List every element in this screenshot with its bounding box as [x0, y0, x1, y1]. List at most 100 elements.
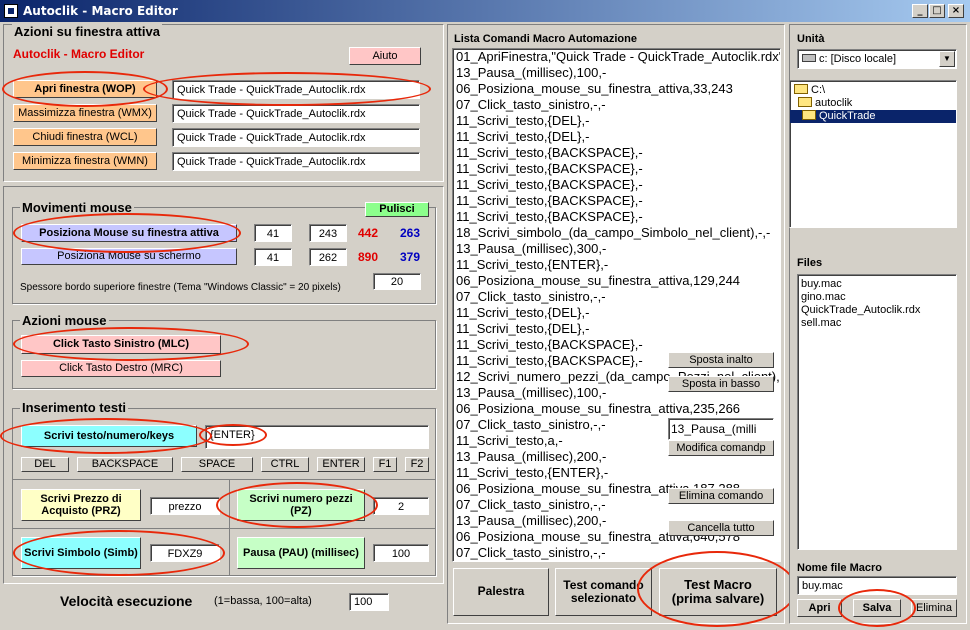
macro-item[interactable]: 11_Scrivi_testo,{BACKSPACE},- — [453, 337, 780, 353]
macro-item[interactable]: 11_Scrivi_testo,{DEL},- — [453, 113, 780, 129]
files-list[interactable]: buy.mac gino.mac QuickTrade_Autoclik.rdx… — [797, 274, 957, 550]
drive-select[interactable]: c: [Disco locale] — [797, 49, 957, 69]
minimizza-finestra-field[interactable]: Quick Trade - QuickTrade_Autoclik.rdx — [172, 152, 420, 171]
minimize-button[interactable]: _ — [912, 4, 928, 18]
sposta-basso-button[interactable]: Sposta in basso — [668, 376, 774, 392]
macro-item[interactable]: 11_Scrivi_testo,{DEL},- — [453, 321, 780, 337]
maximize-button[interactable]: □ — [929, 4, 945, 18]
palestra-button[interactable]: Palestra — [453, 568, 549, 616]
folder-open-icon — [802, 110, 816, 120]
pos-window-y-readout: 263 — [400, 226, 421, 240]
modifica-comando-button[interactable]: Modifica comandp — [668, 440, 774, 456]
annotation-ellipse — [637, 551, 797, 627]
macro-item[interactable]: 07_Click_tasto_sinistro,-,- — [453, 97, 780, 113]
unita-label: Unità — [797, 33, 825, 45]
macro-item[interactable]: 13_Pausa_(millisec),300,- — [453, 241, 780, 257]
macro-item[interactable]: 11_Scrivi_testo,{ENTER},- — [453, 465, 780, 481]
macro-item[interactable]: 11_Scrivi_testo,{BACKSPACE},- — [453, 161, 780, 177]
annotation-ellipse — [0, 418, 212, 454]
border-thickness-field[interactable]: 20 — [373, 273, 421, 290]
macro-list[interactable]: 01_ApriFinestra,"Quick Trade - QuickTrad… — [452, 48, 781, 562]
file-item[interactable]: gino.mac — [798, 291, 956, 304]
folder-icon — [798, 97, 812, 107]
folder-icon — [794, 84, 808, 94]
file-item[interactable]: buy.mac — [798, 278, 956, 291]
speed-hint: (1=bassa, 100=alta) — [214, 595, 312, 607]
macro-item[interactable]: 11_Scrivi_testo,{BACKSPACE},- — [453, 177, 780, 193]
pezzi-field[interactable]: 2 — [373, 497, 429, 515]
macro-item[interactable]: 11_Scrivi_testo,{DEL},- — [453, 129, 780, 145]
folder-item[interactable]: C:\ — [790, 84, 956, 97]
cancella-tutto-button[interactable]: Cancella tutto — [668, 520, 774, 536]
nome-file-label: Nome file Macro — [797, 562, 882, 574]
annotation-ellipse — [199, 424, 267, 446]
macro-item[interactable]: 06_Posiziona_mouse_su_finestra_attiva,12… — [453, 273, 780, 289]
key-backspace-button[interactable]: BACKSPACE — [77, 457, 173, 472]
folder-item[interactable]: autoclik — [790, 97, 956, 110]
macro-item[interactable]: 06_Posiziona_mouse_su_finestra_attiva,33… — [453, 81, 780, 97]
pos-screen-x-field[interactable]: 41 — [254, 248, 292, 266]
speed-label: Velocità esecuzione — [60, 593, 193, 609]
drive-icon — [802, 54, 816, 62]
elimina-file-button[interactable]: Elimina — [911, 599, 957, 617]
macro-item[interactable]: 11_Scrivi_testo,{BACKSPACE},- — [453, 209, 780, 225]
pulisci-button[interactable]: Pulisci — [365, 202, 429, 217]
apri-button[interactable]: Apri — [797, 599, 842, 617]
macro-item[interactable]: 11_Scrivi_testo,{BACKSPACE},- — [453, 145, 780, 161]
macro-item[interactable]: 07_Click_tasto_sinistro,-,- — [453, 289, 780, 305]
macro-item[interactable]: 11_Scrivi_testo,{DEL},- — [453, 305, 780, 321]
close-button[interactable]: × — [948, 4, 964, 18]
annotation-ellipse — [13, 213, 241, 253]
mouse-actions-title: Azioni mouse — [20, 313, 109, 328]
edit-command-field[interactable]: 13_Pausa_(milli — [668, 418, 774, 440]
pausa-button[interactable]: Pausa (PAU) (millisec) — [237, 537, 365, 569]
macro-item[interactable]: 18_Scrivi_simbolo_(da_campo_Simbolo_nel_… — [453, 225, 780, 241]
macro-item[interactable]: 06_Posiziona_mouse_su_finestra_attiva,23… — [453, 401, 780, 417]
annotation-ellipse — [838, 589, 916, 627]
macro-list-title: Lista Comandi Macro Automazione — [454, 33, 637, 45]
annotation-ellipse — [216, 482, 378, 528]
minimizza-finestra-button[interactable]: Minimizza finestra (WMN) — [13, 152, 157, 170]
window-actions-title: Azioni su finestra attiva — [12, 24, 162, 39]
folder-list[interactable]: C:\ autoclik QuickTrade — [789, 80, 957, 228]
window-title: Autoclik - Macro Editor — [23, 4, 178, 18]
pos-screen-y-readout: 379 — [400, 250, 421, 264]
elimina-comando-button[interactable]: Elimina comando — [668, 488, 774, 504]
key-enter-button[interactable]: ENTER — [317, 457, 365, 472]
annotation-ellipse — [143, 72, 431, 106]
title-bar: Autoclik - Macro Editor — [0, 0, 970, 22]
file-item[interactable]: QuickTrade_Autoclik.rdx — [798, 304, 956, 317]
macro-item[interactable]: 11_Scrivi_testo,{BACKSPACE},- — [453, 193, 780, 209]
scrivi-prezzo-button[interactable]: Scrivi Prezzo di Acquisto (PRZ) — [21, 489, 141, 521]
massimizza-finestra-field[interactable]: Quick Trade - QuickTrade_Autoclik.rdx — [172, 104, 420, 123]
prezzo-field[interactable]: prezzo — [150, 497, 220, 515]
app-label: Autoclik - Macro Editor — [13, 47, 145, 61]
pos-window-y-field[interactable]: 243 — [309, 224, 347, 242]
chiudi-finestra-field[interactable]: Quick Trade - QuickTrade_Autoclik.rdx — [172, 128, 420, 147]
key-space-button[interactable]: SPACE — [181, 457, 253, 472]
key-f1-button[interactable]: F1 — [373, 457, 397, 472]
aiuto-button[interactable]: Aiuto — [349, 47, 421, 65]
chiudi-finestra-button[interactable]: Chiudi finestra (WCL) — [13, 128, 157, 146]
divider — [12, 528, 436, 529]
folder-item-selected[interactable]: QuickTrade — [790, 110, 956, 123]
key-del-button[interactable]: DEL — [21, 457, 69, 472]
files-label: Files — [797, 257, 823, 269]
key-ctrl-button[interactable]: CTRL — [261, 457, 309, 472]
border-thickness-label: Spessore bordo superiore finestre (Tema … — [20, 282, 341, 293]
key-f2-button[interactable]: F2 — [405, 457, 429, 472]
app-icon — [4, 4, 18, 18]
macro-item[interactable]: 11_Scrivi_testo,{ENTER},- — [453, 257, 780, 273]
pos-window-x-field[interactable]: 41 — [254, 224, 292, 242]
chevron-down-icon[interactable]: ▼ — [939, 51, 955, 67]
click-destro-button[interactable]: Click Tasto Destro (MRC) — [21, 360, 221, 377]
pausa-field[interactable]: 100 — [373, 544, 429, 562]
macro-item[interactable]: 13_Pausa_(millisec),100,- — [453, 65, 780, 81]
pos-window-x-readout: 442 — [358, 226, 379, 240]
file-item[interactable]: sell.mac — [798, 317, 956, 330]
sposta-alto-button[interactable]: Sposta inalto — [668, 352, 774, 368]
annotation-ellipse — [13, 530, 225, 576]
speed-field[interactable]: 100 — [349, 593, 389, 611]
pos-screen-y-field[interactable]: 262 — [309, 248, 347, 266]
macro-item[interactable]: 01_ApriFinestra,"Quick Trade - QuickTrad… — [453, 49, 780, 65]
